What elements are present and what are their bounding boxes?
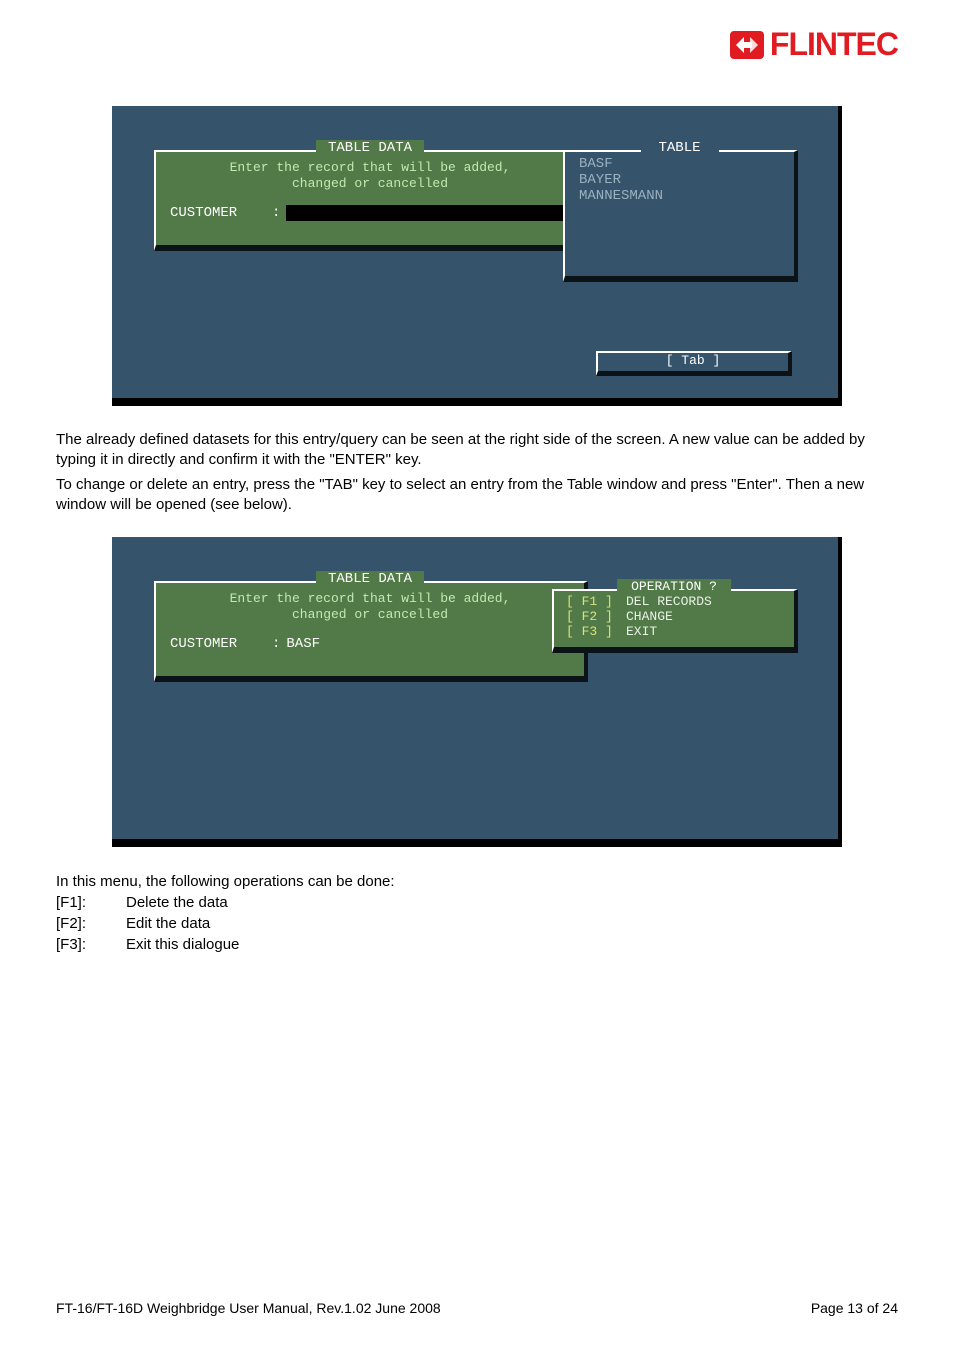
op-row-f3[interactable]: [ F3 ] EXIT [566,624,784,639]
logo-mark-icon [730,31,764,59]
brand-logo: FLINTEC [730,26,898,63]
operation-title: OPERATION ? [617,579,731,594]
paragraph-1: The already defined datasets for this en… [56,430,898,471]
op-label: EXIT [626,624,657,639]
footer-left: FT-16/FT-16D Weighbridge User Manual, Re… [56,1300,441,1316]
operation-panel: OPERATION ? [ F1 ] DEL RECORDS [ F2 ] CH… [552,589,798,653]
brand-name: FLINTEC [770,26,898,63]
customer-field-row: CUSTOMER : BASF [170,636,570,652]
fkey-key: [F2]: [56,913,126,934]
customer-field-row: CUSTOMER : [170,205,570,221]
table-data-panel: TABLE DATA Enter the record that will be… [154,581,588,682]
tab-button[interactable]: [ Tab ] [596,351,792,376]
terminal-screenshot-2: TABLE DATA Enter the record that will be… [112,537,842,847]
table-data-panel: TABLE DATA Enter the record that will be… [154,150,588,251]
table-list-title: TABLE [640,140,718,156]
customer-label: CUSTOMER [170,636,266,652]
panel-title: TABLE DATA [316,140,424,156]
op-row-f1[interactable]: [ F1 ] DEL RECORDS [566,594,784,609]
op-label: CHANGE [626,609,673,624]
table-list-item[interactable]: BASF [579,156,784,172]
fkey-row: [F1]: Delete the data [56,892,898,913]
page-footer: FT-16/FT-16D Weighbridge User Manual, Re… [56,1300,898,1316]
customer-label: CUSTOMER [170,205,266,221]
fkey-key: [F3]: [56,934,126,955]
op-row-f2[interactable]: [ F2 ] CHANGE [566,609,784,624]
fkey-row: [F3]: Exit this dialogue [56,934,898,955]
op-label: DEL RECORDS [626,594,712,609]
op-key: [ F2 ] [566,609,626,624]
fkey-desc: Exit this dialogue [126,934,239,955]
fkey-desc: Edit the data [126,913,210,934]
fkey-key: [F1]: [56,892,126,913]
panel-hint: Enter the record that will be added, cha… [170,160,570,191]
fkeys-intro: In this menu, the following operations c… [56,871,898,892]
op-key: [ F1 ] [566,594,626,609]
panel-hint: Enter the record that will be added, cha… [170,591,570,622]
customer-input[interactable] [286,205,570,221]
table-list-item[interactable]: BAYER [579,172,784,188]
terminal-screenshot-1: TABLE DATA Enter the record that will be… [112,106,842,406]
paragraph-2: To change or delete an entry, press the … [56,475,898,516]
table-list-panel: TABLE BASF BAYER MANNESMANN [563,150,798,282]
fkey-row: [F2]: Edit the data [56,913,898,934]
customer-value: BASF [286,636,320,652]
footer-right: Page 13 of 24 [811,1300,898,1316]
panel-title: TABLE DATA [316,571,424,587]
table-list-item[interactable]: MANNESMANN [579,188,784,204]
op-key: [ F3 ] [566,624,626,639]
fkey-desc: Delete the data [126,892,228,913]
